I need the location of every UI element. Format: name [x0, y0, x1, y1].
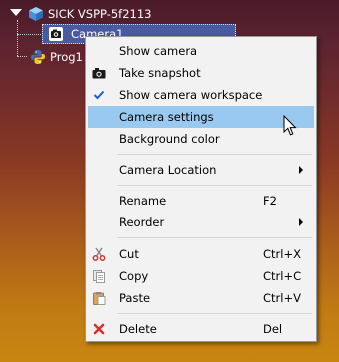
menu-separator — [117, 154, 312, 155]
menu-item-label: Show camera — [119, 44, 198, 58]
menu-item-shortcut: Ctrl+X — [263, 247, 301, 261]
menu-item-show-camera-workspace[interactable]: Show camera workspace — [88, 84, 314, 106]
menu-item-shortcut: Del — [263, 322, 283, 336]
tree-connector — [17, 56, 27, 57]
menu-separator — [117, 185, 312, 186]
menu-item-cut[interactable]: Cut Ctrl+X — [88, 243, 314, 265]
python-icon — [30, 49, 46, 65]
menu-item-copy[interactable]: Copy Ctrl+C — [88, 265, 314, 287]
delete-x-icon — [91, 321, 107, 337]
copy-icon — [91, 268, 107, 284]
paste-icon — [91, 290, 107, 306]
menu-item-label: Delete — [119, 322, 157, 336]
device-cube-icon — [28, 6, 44, 22]
tree-root-node[interactable]: SICK VSPP-5f2113 — [28, 4, 151, 24]
camera-icon — [91, 65, 107, 81]
menu-item-label: Take snapshot — [119, 66, 201, 80]
menu-item-shortcut: F2 — [263, 194, 277, 208]
menu-item-label: Cut — [119, 247, 139, 261]
tree-program-label: Prog1 — [50, 50, 83, 64]
menu-item-background-color[interactable]: Background color — [88, 128, 314, 150]
submenu-arrow-icon — [299, 166, 303, 174]
menu-separator — [117, 313, 312, 314]
menu-item-camera-settings[interactable]: Camera settings — [88, 106, 314, 128]
workspace-background: SICK VSPP-5f2113 Camera1 Prog1 Show came… — [0, 0, 339, 362]
menu-item-label: Reorder — [119, 215, 165, 229]
menu-item-paste[interactable]: Paste Ctrl+V — [88, 287, 314, 309]
submenu-arrow-icon — [299, 218, 303, 226]
menu-item-shortcut: Ctrl+V — [263, 291, 301, 305]
menu-item-delete[interactable]: Delete Del — [88, 318, 314, 340]
menu-item-camera-location[interactable]: Camera Location — [88, 159, 314, 181]
context-menu: Show camera Take snapshot Show camera wo… — [85, 36, 317, 342]
menu-item-show-camera[interactable]: Show camera — [88, 40, 314, 62]
menu-item-label: Copy — [119, 269, 149, 283]
menu-item-reorder[interactable]: Reorder — [88, 211, 314, 233]
menu-item-label: Camera settings — [119, 110, 214, 124]
expand-toggle[interactable] — [10, 9, 22, 16]
menu-separator — [117, 237, 312, 238]
tree-root-label: SICK VSPP-5f2113 — [48, 7, 152, 21]
checkmark-icon — [91, 87, 107, 103]
menu-item-rename[interactable]: Rename F2 — [88, 190, 314, 212]
menu-item-label: Paste — [119, 291, 151, 305]
tree-connector — [17, 34, 43, 35]
mouse-pointer-icon — [283, 114, 297, 137]
menu-item-label: Camera Location — [119, 163, 217, 177]
menu-item-label: Rename — [119, 194, 167, 208]
camera-node-icon — [48, 26, 64, 42]
tree-program-node[interactable]: Prog1 — [30, 47, 83, 67]
menu-item-label: Show camera workspace — [119, 88, 263, 102]
tree-connector — [17, 20, 18, 56]
menu-item-label: Background color — [119, 132, 220, 146]
scissors-icon — [91, 246, 107, 262]
menu-item-shortcut: Ctrl+C — [263, 269, 302, 283]
menu-item-take-snapshot[interactable]: Take snapshot — [88, 62, 314, 84]
